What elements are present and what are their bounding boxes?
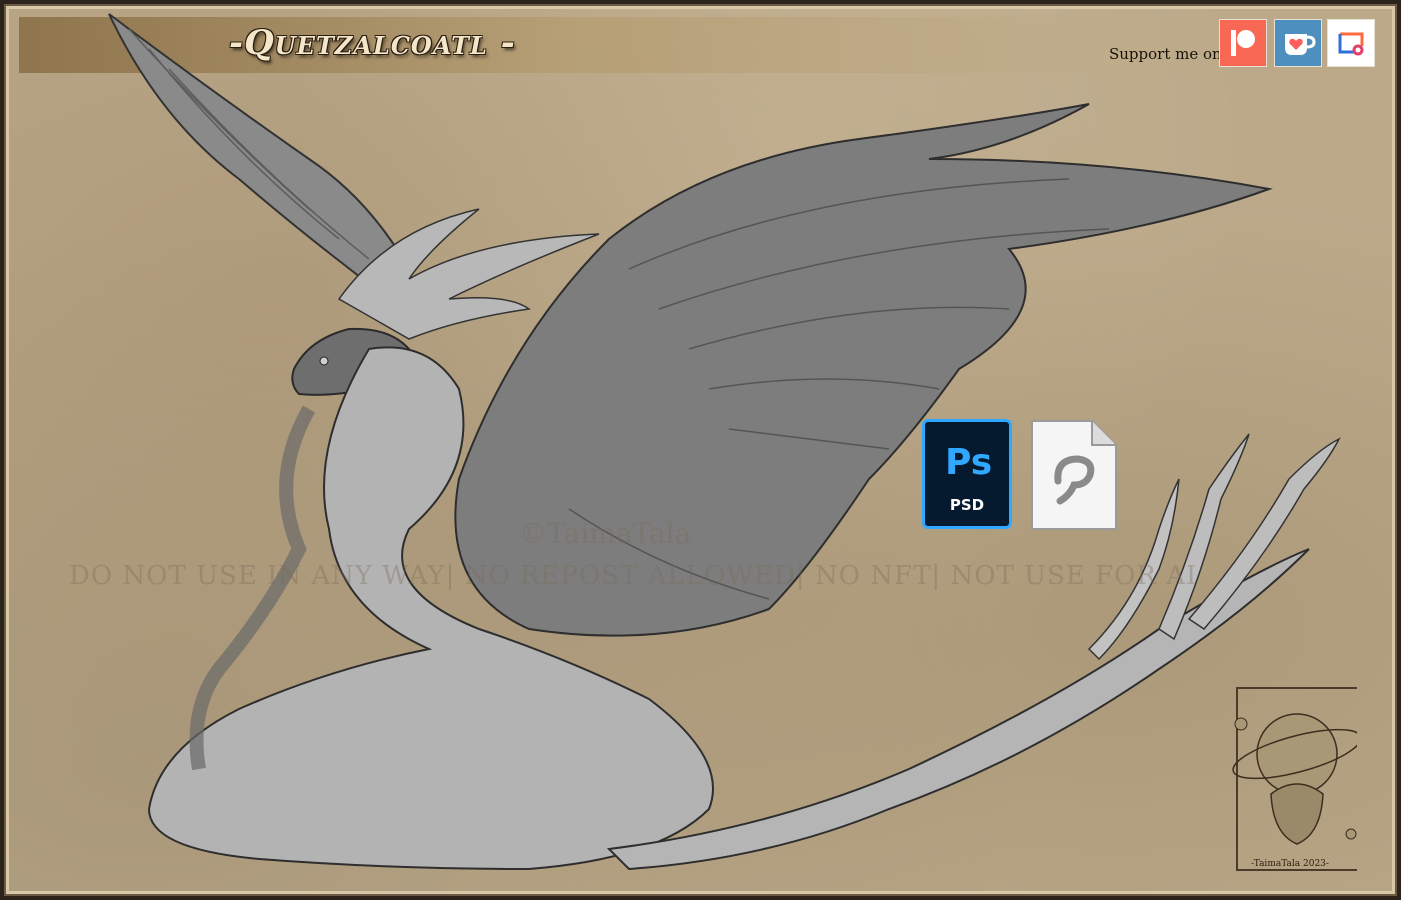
quetzalcoatl-lineart-illustration bbox=[108, 13, 1341, 871]
watermark-credit: ©TaimaTala bbox=[519, 517, 692, 550]
signature-caption: -TaimaTala 2023- bbox=[1251, 859, 1329, 869]
watermark-usage-notice: DO NOT USE IN ANY WAY| NO REPOST ALLOWED… bbox=[69, 561, 1198, 591]
clip-studio-file-icon bbox=[1031, 420, 1117, 530]
psd-label: PSD bbox=[949, 496, 985, 514]
canvas-area: -Quetzalcoatl - Support me on: ©TaimaTal… bbox=[4, 4, 1397, 896]
artist-signature-badge bbox=[1232, 687, 1357, 871]
page-frame: -Quetzalcoatl - Support me on: ©TaimaTal… bbox=[0, 0, 1401, 900]
right-wing bbox=[454, 103, 1273, 637]
photoshop-glyph: Ps bbox=[945, 442, 993, 483]
photoshop-file-icon: Ps PSD bbox=[922, 419, 1012, 529]
